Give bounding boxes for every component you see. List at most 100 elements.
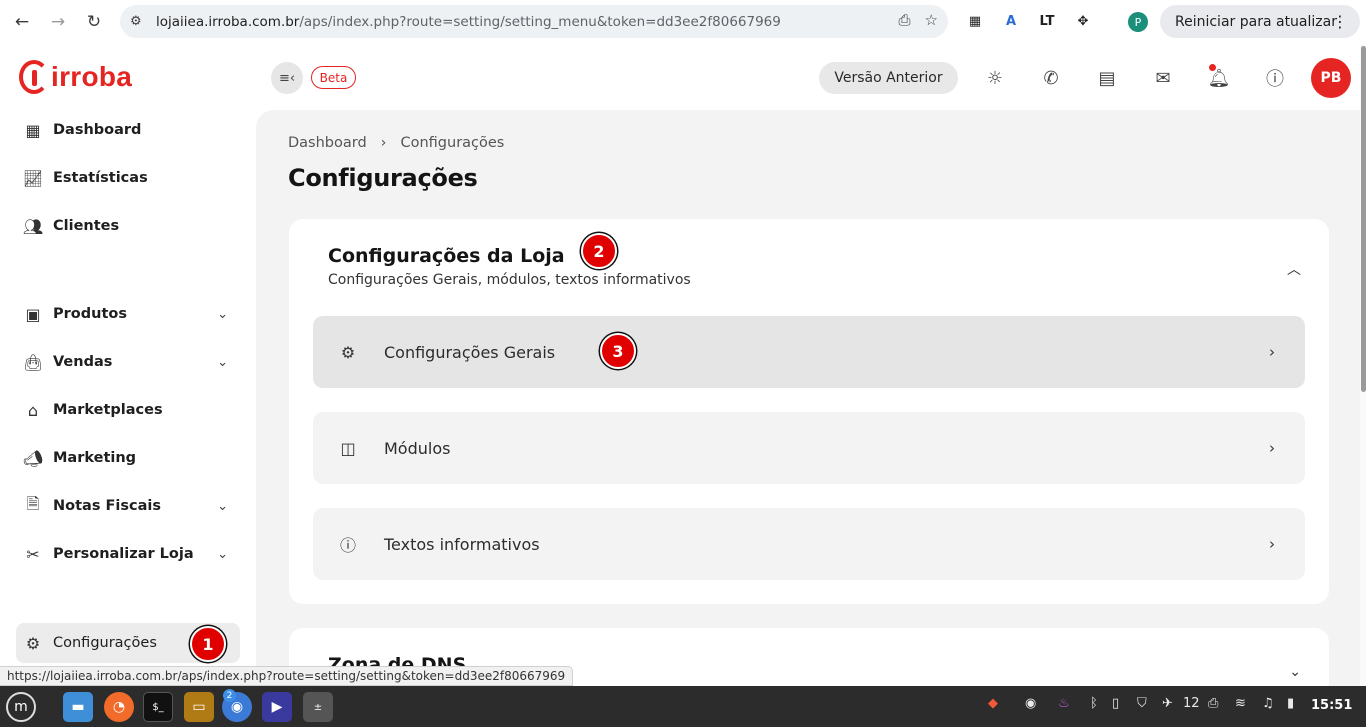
- site-info-icon[interactable]: ⚙: [130, 14, 152, 29]
- sidebar-item-clientes[interactable]: 👥︎ Clientes: [16, 206, 240, 246]
- qr-code-icon[interactable]: ▦: [964, 9, 986, 33]
- chevron-down-icon: ⌄: [217, 498, 228, 514]
- help-icon[interactable]: ⓘ: [1263, 66, 1287, 90]
- breadcrumb: Dashboard › Configurações: [288, 135, 504, 151]
- anydesk-icon[interactable]: ◆: [988, 696, 998, 711]
- collapse-menu-icon: ≡‹: [278, 70, 296, 86]
- breadcrumb-dashboard-link[interactable]: Dashboard: [288, 135, 367, 151]
- updates-icon[interactable]: ✈: [1162, 696, 1173, 711]
- sidebar-item-label: Configurações: [53, 635, 157, 651]
- clipboard-icon[interactable]: ▯: [1112, 696, 1119, 711]
- store-settings-card: Configurações da Loja Configurações Gera…: [289, 219, 1329, 604]
- forward-icon[interactable]: →: [43, 7, 73, 37]
- chevron-up-icon[interactable]: ︿: [1287, 259, 1301, 279]
- chrome-window-count-badge: 2: [223, 689, 236, 702]
- terminal-icon[interactable]: $_: [143, 692, 173, 722]
- reload-icon[interactable]: ↻: [79, 7, 109, 37]
- sidebar-item-notas-fiscais[interactable]: 🗎︎ Notas Fiscais ⌄: [16, 486, 240, 526]
- annotation-marker: 1: [190, 626, 226, 662]
- puzzle-icon[interactable]: ✥: [1072, 9, 1094, 33]
- irroba-logo[interactable]: irroba: [19, 60, 132, 94]
- mail-icon[interactable]: ✉: [1151, 66, 1175, 90]
- chevron-right-icon: ›: [1269, 343, 1275, 361]
- info-texts-row[interactable]: ⓘ Textos informativos ›: [313, 508, 1305, 580]
- shield-icon[interactable]: ⛉: [1137, 696, 1147, 711]
- restart-update-button[interactable]: Reiniciar para atualizar ⋮: [1160, 5, 1360, 38]
- restart-update-label: Reiniciar para atualizar: [1175, 13, 1337, 30]
- sidebar-item-vendas[interactable]: 👜︎ Vendas ⌄: [16, 342, 240, 382]
- sidebar-item-label: Notas Fiscais: [53, 498, 161, 514]
- user-avatar[interactable]: PB: [1311, 58, 1351, 98]
- menu-dots-icon[interactable]: ⋮: [1332, 12, 1348, 31]
- breadcrumb-current: Configurações: [400, 135, 505, 151]
- notification-dot: [1209, 64, 1216, 71]
- chevron-down-icon: ⌄: [217, 306, 228, 322]
- chevron-down-icon[interactable]: ⌄: [1289, 664, 1301, 680]
- gear-sparkle-icon: ⚙: [340, 342, 356, 362]
- wifi-icon[interactable]: ≋: [1235, 696, 1246, 711]
- bluetooth-icon[interactable]: ᛒ: [1090, 696, 1098, 711]
- annotation-marker: 2: [581, 233, 617, 269]
- bag-icon: 👜︎: [22, 352, 44, 372]
- sidebar-item-label: Clientes: [53, 218, 120, 234]
- taskbar-clock[interactable]: 15:51: [1311, 698, 1352, 713]
- sidebar-item-marketing[interactable]: 📣︎ Marketing: [16, 438, 240, 478]
- profile-avatar[interactable]: P: [1128, 12, 1148, 32]
- sidebar: ▦ Dashboard 📈︎ Estatísticas 👥︎ Clientes …: [0, 110, 256, 686]
- chrome-tray-icon[interactable]: ◉: [1025, 696, 1036, 711]
- chevron-right-icon: ›: [1269, 439, 1275, 457]
- mint-menu-icon[interactable]: m: [6, 692, 36, 722]
- printer-icon[interactable]: ⎙: [1208, 696, 1218, 711]
- store-icon: ⌂: [27, 400, 39, 420]
- chevron-right-icon: ›: [1269, 535, 1275, 553]
- row-label: Módulos: [384, 438, 451, 458]
- battery-icon[interactable]: ▮: [1287, 696, 1294, 711]
- general-settings-row[interactable]: ⚙ Configurações Gerais ›: [313, 316, 1305, 388]
- box-icon: ▣: [25, 304, 41, 324]
- page-title: Configurações: [288, 164, 478, 192]
- calculator-icon[interactable]: ±: [303, 692, 333, 722]
- chevron-down-icon: ⌄: [217, 354, 228, 370]
- sun-icon[interactable]: ☼: [983, 66, 1007, 90]
- modules-row[interactable]: ◫ Módulos ›: [313, 412, 1305, 484]
- sidebar-item-estatisticas[interactable]: 📈︎ Estatísticas: [16, 158, 240, 198]
- sidebar-item-label: Vendas: [53, 354, 113, 370]
- lt-icon[interactable]: LT: [1036, 9, 1058, 33]
- url-text: lojaiiea.irroba.com.br/aps/index.php?rou…: [156, 13, 781, 30]
- status-bar-url: https://lojaiiea.irroba.com.br/aps/index…: [0, 666, 574, 686]
- media-player-icon[interactable]: ▶: [262, 692, 292, 722]
- logo-mark-icon: [19, 60, 49, 94]
- translate-icon[interactable]: A: [1000, 9, 1022, 33]
- layout-icon: ◫: [340, 438, 356, 458]
- main-content: Dashboard › Configurações Configurações …: [256, 110, 1360, 698]
- scrollbar-thumb[interactable]: [1361, 46, 1366, 392]
- beta-badge: Beta: [311, 66, 356, 89]
- files-icon[interactable]: ▬: [63, 692, 93, 722]
- sidebar-item-label: Marketing: [53, 450, 137, 466]
- section-subtitle: Configurações Gerais, módulos, textos in…: [328, 272, 691, 288]
- logo-text: irroba: [51, 61, 133, 92]
- sidebar-item-marketplaces[interactable]: ⌂ Marketplaces: [16, 390, 240, 430]
- firefox-icon[interactable]: ◔: [104, 692, 134, 722]
- flame-icon[interactable]: ♨: [1058, 696, 1070, 711]
- sidebar-item-dashboard[interactable]: ▦ Dashboard: [16, 110, 240, 150]
- row-label: Textos informativos: [384, 534, 540, 554]
- sidebar-item-label: Marketplaces: [53, 402, 163, 418]
- sidebar-item-personalizar-loja[interactable]: ✂ Personalizar Loja ⌄: [16, 534, 240, 574]
- back-icon[interactable]: ←: [7, 7, 37, 37]
- users-icon: 👥︎: [22, 216, 44, 236]
- install-app-icon[interactable]: ⎙: [899, 11, 911, 29]
- sidebar-item-produtos[interactable]: ▣ Produtos ⌄: [16, 294, 240, 334]
- gear-icon: ⚙: [25, 633, 41, 653]
- calendar-icon[interactable]: ▤: [1095, 66, 1119, 90]
- bookmark-star-icon[interactable]: ☆: [925, 11, 938, 29]
- music-icon[interactable]: ♫: [1262, 696, 1274, 711]
- previous-version-button[interactable]: Versão Anterior: [819, 62, 958, 94]
- row-label: Configurações Gerais: [384, 342, 556, 362]
- address-bar[interactable]: ⚙ lojaiiea.irroba.com.br/aps/index.php?r…: [120, 5, 948, 38]
- chart-icon: 📈︎: [22, 168, 44, 188]
- dashboard-icon: ▦: [25, 120, 41, 140]
- app-window-icon[interactable]: ▭: [184, 692, 214, 722]
- whatsapp-icon[interactable]: ✆: [1039, 66, 1063, 90]
- collapse-sidebar-button[interactable]: ≡‹: [271, 62, 303, 94]
